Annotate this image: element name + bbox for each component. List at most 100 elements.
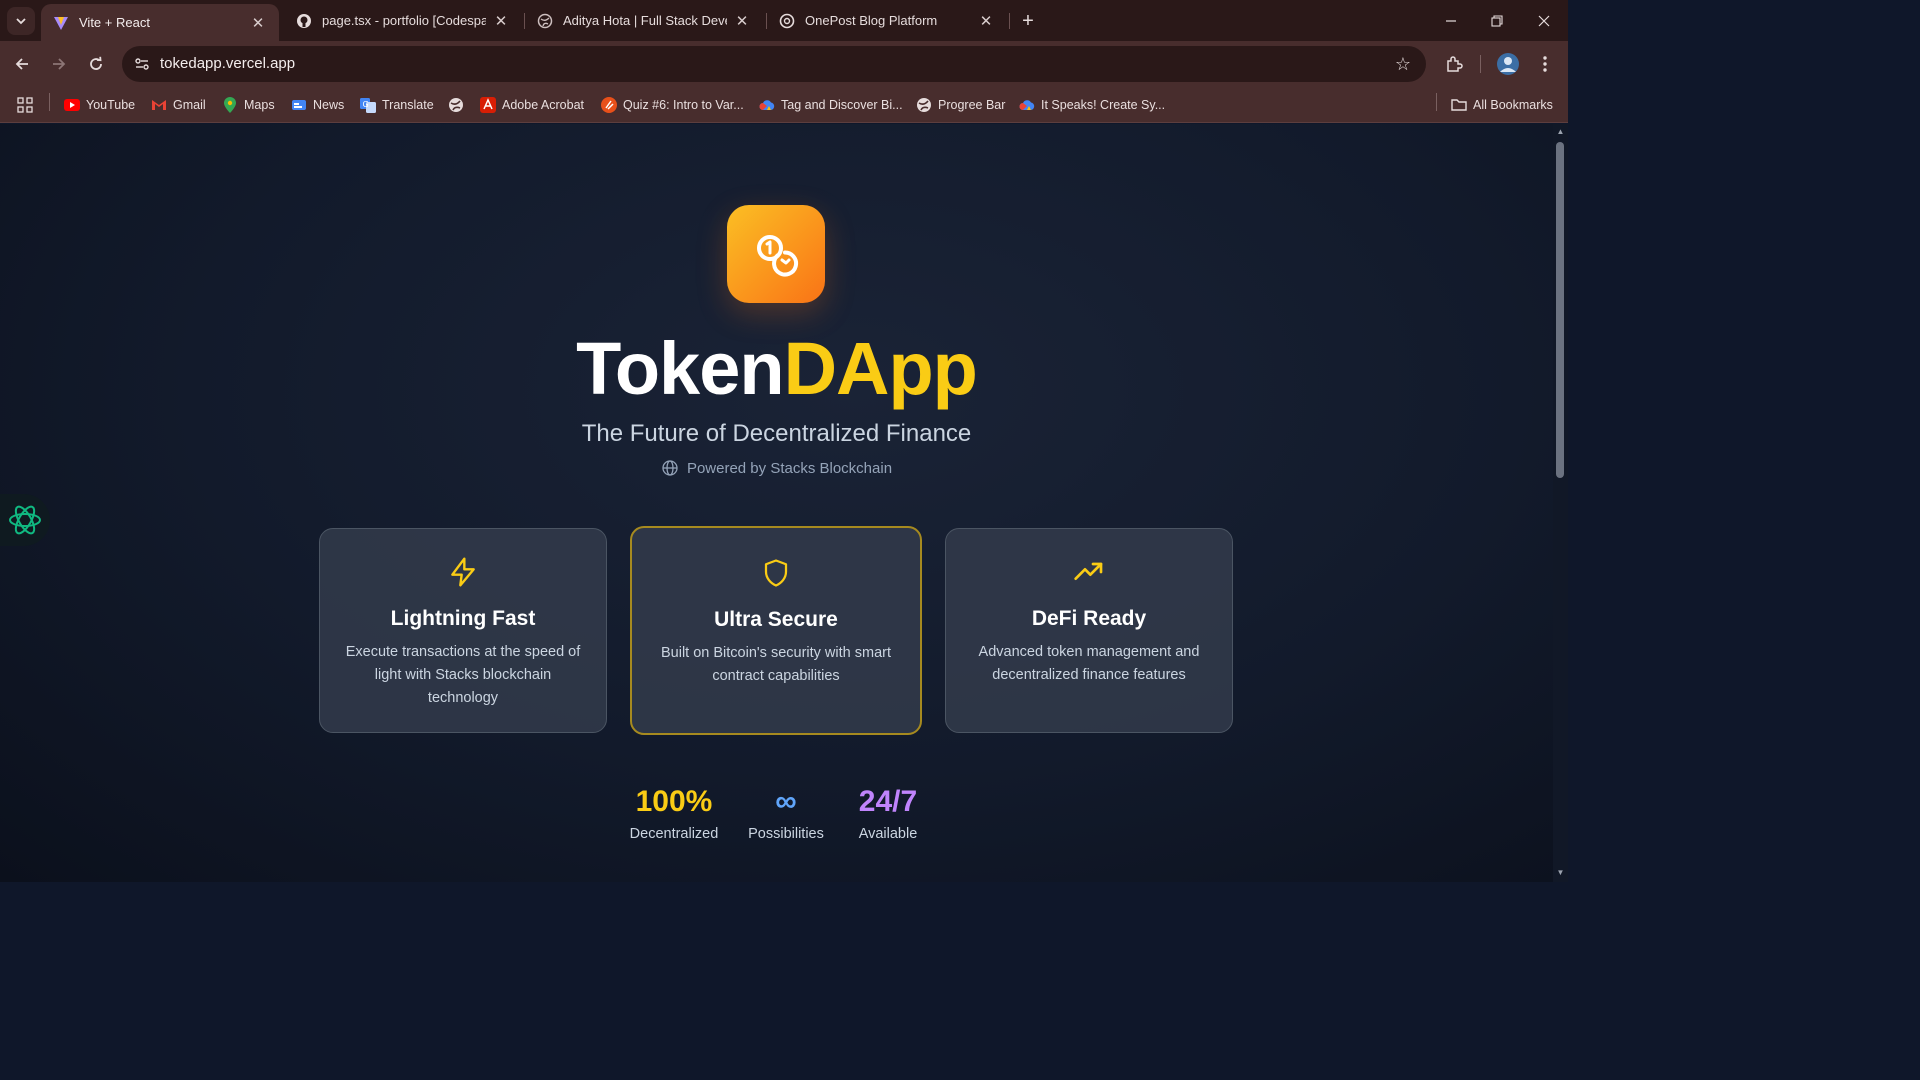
- chevron-down-icon: [16, 18, 26, 25]
- atom-icon: [9, 505, 41, 535]
- acrobat-icon: [480, 97, 496, 113]
- browser-toolbar: tokedapp.vercel.app ☆: [0, 41, 1568, 87]
- bookmark-tag-discover[interactable]: Tag and Discover Bi...: [759, 94, 903, 116]
- globe-icon: [537, 13, 553, 29]
- stat-possibilities: ∞ Possibilities: [741, 784, 831, 842]
- bookmark-label: Quiz #6: Intro to Var...: [623, 98, 744, 112]
- feature-card-defi-ready: DeFi Ready Advanced token management and…: [945, 528, 1233, 733]
- page-viewport: TokenDApp The Future of Decentralized Fi…: [0, 124, 1553, 882]
- arrow-left-icon: [15, 58, 28, 70]
- bookmarks-divider: [49, 93, 50, 111]
- scroll-down-icon[interactable]: ▼: [1556, 868, 1565, 877]
- tab-title: Aditya Hota | Full Stack Develop: [563, 13, 727, 28]
- brand-title-dapp: DApp: [783, 327, 978, 410]
- tab-title: OnePost Blog Platform: [805, 13, 938, 28]
- bookmark-globe[interactable]: [448, 94, 470, 116]
- page-scrollbar[interactable]: ▲ ▼: [1553, 124, 1568, 882]
- shield-icon: [632, 556, 920, 590]
- back-button[interactable]: [8, 50, 36, 78]
- restore-icon: [1491, 14, 1503, 27]
- side-assistant-button[interactable]: [0, 494, 50, 546]
- close-icon[interactable]: ✕: [249, 14, 267, 32]
- youtube-icon: [64, 97, 80, 113]
- trending-up-icon: [946, 555, 1232, 589]
- bookmark-quiz[interactable]: Quiz #6: Intro to Var...: [601, 94, 744, 116]
- minimize-icon: [1446, 19, 1456, 22]
- url-text[interactable]: tokedapp.vercel.app: [160, 55, 295, 72]
- stat-available: 24/7 Available: [843, 784, 933, 842]
- profile-avatar[interactable]: [1495, 51, 1521, 77]
- tab-vite-react[interactable]: Vite + React ✕: [41, 4, 279, 41]
- gmail-icon: [151, 97, 167, 113]
- stat-value: 24/7: [858, 785, 918, 818]
- app-logo: [727, 205, 825, 303]
- apps-button[interactable]: [17, 94, 33, 116]
- tagline: The Future of Decentralized Finance: [581, 420, 972, 447]
- address-bar[interactable]: tokedapp.vercel.app ☆: [122, 46, 1426, 82]
- cloud-icon: [1019, 97, 1035, 113]
- quiz-icon: [601, 97, 617, 113]
- bookmark-maps[interactable]: Maps: [222, 94, 275, 116]
- minimize-button[interactable]: [1428, 0, 1474, 41]
- bookmark-news[interactable]: News: [291, 94, 344, 116]
- tab-strip: Vite + React ✕ page.tsx - portfolio [Cod…: [0, 0, 1568, 41]
- tab-aditya-hota[interactable]: Aditya Hota | Full Stack Develop ✕: [525, 0, 763, 41]
- openai-icon: [779, 13, 795, 29]
- forward-button[interactable]: [45, 50, 73, 78]
- bookmarks-divider: [1436, 93, 1437, 111]
- reload-icon: [90, 56, 102, 70]
- tab-title: Vite + React: [79, 15, 150, 30]
- site-info-icon[interactable]: [130, 52, 154, 76]
- toolbar-divider: [1480, 55, 1481, 73]
- stat-value: 100%: [635, 785, 713, 818]
- tab-codespace[interactable]: page.tsx - portfolio [Codespace ✕: [284, 0, 522, 41]
- bookmark-label: It Speaks! Create Sy...: [1041, 98, 1166, 112]
- stat-label: Possibilities: [748, 826, 824, 842]
- bookmark-it-speaks[interactable]: It Speaks! Create Sy...: [1019, 94, 1165, 116]
- brand-title: TokenDApp: [0, 329, 1553, 409]
- globe-icon: [661, 459, 679, 477]
- new-tab-button[interactable]: +: [1015, 8, 1041, 34]
- extensions-icon[interactable]: [1441, 51, 1467, 77]
- github-icon: [296, 13, 312, 29]
- bookmark-adobe-acrobat[interactable]: Adobe Acrobat: [480, 94, 584, 116]
- stat-label: Decentralized: [629, 826, 719, 842]
- bookmark-label: Translate: [382, 98, 434, 112]
- restore-button[interactable]: [1474, 0, 1520, 41]
- bookmark-label: All Bookmarks: [1473, 98, 1553, 112]
- tab-divider: [1009, 13, 1010, 29]
- bookmark-label: Gmail: [173, 98, 206, 112]
- bookmark-progree-bar[interactable]: Progree Bar: [916, 94, 1005, 116]
- scroll-up-icon[interactable]: ▲: [1556, 127, 1565, 136]
- close-icon[interactable]: ✕: [977, 12, 995, 30]
- bookmark-gmail[interactable]: Gmail: [151, 94, 206, 116]
- bookmark-label: News: [313, 98, 345, 112]
- globe-icon: [448, 97, 464, 113]
- svg-text:G: G: [363, 100, 369, 109]
- reload-button[interactable]: [82, 50, 110, 78]
- folder-icon: [1451, 97, 1467, 113]
- powered-by: Powered by Stacks Blockchain: [0, 459, 1553, 477]
- scroll-thumb[interactable]: [1556, 142, 1564, 478]
- brand-title-token: Token: [576, 327, 784, 410]
- close-icon[interactable]: ✕: [492, 12, 510, 30]
- feature-description: Advanced token management and decentrali…: [978, 644, 1200, 683]
- coins-icon: [757, 235, 798, 277]
- translate-icon: G: [360, 97, 376, 113]
- bookmark-youtube[interactable]: YouTube: [64, 94, 135, 116]
- bookmark-star-icon[interactable]: ☆: [1392, 53, 1414, 75]
- bookmark-label: Tag and Discover Bi...: [781, 98, 903, 112]
- maps-icon: [222, 97, 238, 113]
- feature-description: Execute transactions at the speed of lig…: [345, 644, 581, 706]
- tab-onepost[interactable]: OnePost Blog Platform ✕: [767, 0, 1007, 41]
- more-menu-icon[interactable]: [1532, 51, 1558, 77]
- close-icon[interactable]: ✕: [733, 12, 751, 30]
- tab-search-button[interactable]: [7, 7, 35, 35]
- apps-grid-icon: [17, 97, 33, 113]
- close-icon: [1538, 15, 1550, 26]
- feature-card-ultra-secure: Ultra Secure Built on Bitcoin's security…: [630, 526, 922, 735]
- all-bookmarks-button[interactable]: All Bookmarks: [1451, 94, 1553, 116]
- close-window-button[interactable]: [1521, 0, 1567, 41]
- bookmark-translate[interactable]: G Translate: [360, 94, 434, 116]
- feature-title: Lightning Fast: [390, 607, 536, 630]
